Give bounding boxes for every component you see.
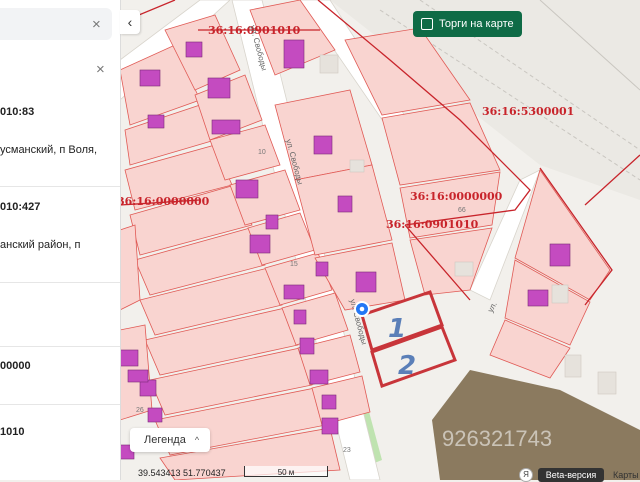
cadastral-label: 36:16:0901010 <box>386 218 479 231</box>
result-cadnum[interactable]: 00000 <box>0 360 31 372</box>
collapse-panel-button[interactable]: ‹ <box>120 10 140 34</box>
location-marker-icon[interactable] <box>354 301 370 317</box>
cadastral-label: 36:16:0000000 <box>117 195 210 208</box>
checkbox-icon[interactable] <box>421 18 433 30</box>
result-cadnum[interactable]: 010:427 <box>0 201 40 213</box>
scale-bar: 50 м <box>244 466 328 477</box>
result-cadnum[interactable]: 010:83 <box>0 106 34 118</box>
plot-number: 2 <box>398 351 416 381</box>
close-icon[interactable]: × <box>92 17 101 32</box>
legend-button[interactable]: Легенда ^ <box>130 428 210 452</box>
cadastral-label: 36:16:5300001 <box>482 105 574 118</box>
result-address: усманский, п Воля, <box>0 144 98 156</box>
house-number: 15 <box>290 261 298 268</box>
legend-label: Легенда <box>144 434 186 446</box>
house-number: 66 <box>458 207 466 214</box>
torgi-toggle-button[interactable]: Торги на карте <box>413 11 522 37</box>
house-number: 10 <box>258 149 266 156</box>
maps-link[interactable]: Карты <box>613 470 639 480</box>
result-cadnum[interactable]: 1010 <box>0 426 24 438</box>
torgi-label: Торги на карте <box>439 18 514 30</box>
cadastral-label: 36:16:0000000 <box>410 190 503 203</box>
watermark: 926321743 <box>442 426 552 451</box>
scale-label: 50 м <box>277 468 295 477</box>
plot-number: 1 <box>388 314 406 344</box>
coordinates-readout: 39.543413 51.770437 <box>138 468 226 478</box>
close-card-icon[interactable]: × <box>96 62 105 77</box>
house-number: 23 <box>343 447 351 454</box>
chevron-up-icon: ^ <box>194 435 200 445</box>
house-number: 26 <box>136 407 144 414</box>
result-address: анский район, п <box>0 239 81 251</box>
search-results-panel: × × 010:83 усманский, п Воля, 010:427 ан… <box>0 0 121 480</box>
